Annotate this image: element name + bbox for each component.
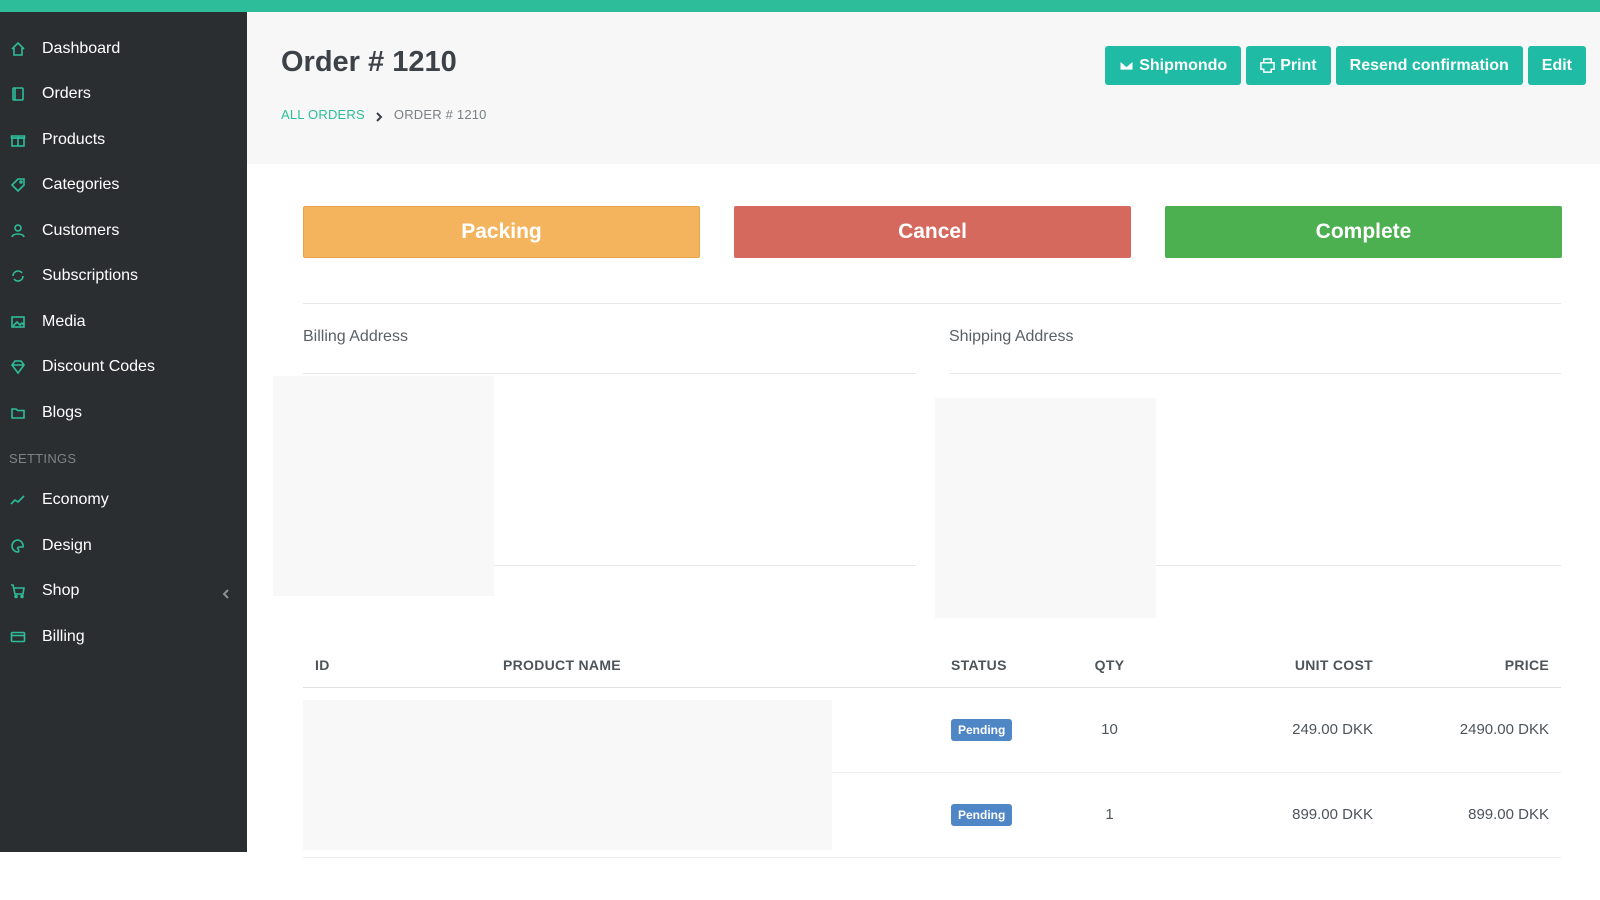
refresh-icon <box>9 268 26 285</box>
divider <box>303 303 1561 304</box>
sidebar-item-label: Products <box>42 130 106 148</box>
status-badge: Pending <box>951 718 1013 741</box>
sidebar-item-label: Media <box>42 312 86 330</box>
status-badge: Pending <box>951 803 1013 826</box>
column-header-price: PRICE <box>1373 643 1561 688</box>
column-header-qty: QTY <box>1076 643 1143 688</box>
image-icon <box>9 313 26 330</box>
cell-price: 2490.00 DKK <box>1373 687 1561 773</box>
sidebar-item-billing[interactable]: Billing <box>0 614 247 660</box>
chart-icon <box>9 492 26 509</box>
breadcrumb-current: ORDER # 1210 <box>393 107 487 122</box>
sidebar-item-shop[interactable]: Shop <box>0 569 247 615</box>
breadcrumb: ALL ORDERS ORDER # 1210 <box>281 107 487 122</box>
sidebar-item-orders[interactable]: Orders <box>0 72 247 118</box>
sidebar-item-customers[interactable]: Customers <box>0 208 247 254</box>
shipping-divider-bottom <box>1156 565 1561 566</box>
sidebar-item-label: Dashboard <box>42 39 121 57</box>
resend-confirmation-button[interactable]: Resend confirmation <box>1335 46 1523 85</box>
resend-confirmation-label: Resend confirmation <box>1349 56 1509 74</box>
sidebar-item-label: Orders <box>42 85 91 103</box>
edit-button[interactable]: Edit <box>1527 46 1586 85</box>
user-icon <box>9 222 26 239</box>
billing-divider-top <box>303 373 916 374</box>
cell-status: Pending <box>951 772 1076 858</box>
cell-unit-cost: 249.00 DKK <box>1143 687 1373 773</box>
shipping-address-title: Shipping Address <box>949 328 1074 345</box>
shipping-divider-top <box>949 373 1561 374</box>
sidebar-item-economy[interactable]: Economy <box>0 478 247 524</box>
breadcrumb-all-orders-link[interactable]: ALL ORDERS <box>281 107 365 122</box>
packing-button[interactable]: Packing <box>303 206 700 258</box>
sidebar-item-discount-codes[interactable]: Discount Codes <box>0 345 247 391</box>
credit-card-icon <box>9 628 26 645</box>
sidebar-item-media[interactable]: Media <box>0 299 247 345</box>
diamond-icon <box>9 359 26 376</box>
sidebar-item-design[interactable]: Design <box>0 523 247 569</box>
product-names-block <box>303 700 832 850</box>
shipmondo-label: Shipmondo <box>1139 56 1228 74</box>
palette-icon <box>9 537 26 554</box>
cell-unit-cost: 899.00 DKK <box>1143 772 1373 858</box>
complete-button[interactable]: Complete <box>1165 206 1562 258</box>
sidebar-item-label: Billing <box>42 627 85 645</box>
tag-icon <box>9 177 26 194</box>
cart-icon <box>9 583 26 600</box>
top-accent-bar <box>0 0 1600 12</box>
sidebar-item-label: Shop <box>42 582 80 600</box>
cell-price: 899.00 DKK <box>1373 772 1561 858</box>
billing-address-block <box>273 376 494 596</box>
sidebar-item-products[interactable]: Products <box>0 117 247 163</box>
home-icon <box>9 40 26 57</box>
shipmondo-button[interactable]: Shipmondo <box>1105 46 1242 85</box>
print-label: Print <box>1280 56 1317 74</box>
gift-icon <box>9 131 26 148</box>
sidebar-item-label: Design <box>42 536 92 554</box>
sidebar-item-subscriptions[interactable]: Subscriptions <box>0 254 247 300</box>
settings-section-label: SETTINGS <box>9 450 77 466</box>
envelope-icon <box>1119 60 1134 71</box>
page-header: Order # 1210 ALL ORDERS ORDER # 1210 Shi… <box>247 12 1600 164</box>
sidebar-item-label: Blogs <box>42 403 83 421</box>
book-icon <box>9 86 26 103</box>
sidebar: Dashboard Orders Products Categories Cus… <box>0 12 247 852</box>
cancel-button[interactable]: Cancel <box>734 206 1131 258</box>
sidebar-item-blogs[interactable]: Blogs <box>0 390 247 436</box>
cell-qty: 1 <box>1076 772 1143 858</box>
billing-address-title: Billing Address <box>303 328 408 345</box>
header-actions: Shipmondo Print Resend confirmation Edit <box>1105 46 1586 85</box>
shipping-address-block <box>935 398 1156 618</box>
print-button[interactable]: Print <box>1246 46 1331 85</box>
table-header-row: ID PRODUCT NAME STATUS QTY UNIT COST PRI… <box>303 643 1561 688</box>
edit-label: Edit <box>1541 56 1572 74</box>
cell-qty: 10 <box>1076 687 1143 773</box>
sidebar-item-dashboard[interactable]: Dashboard <box>0 26 247 72</box>
chevron-left-icon[interactable] <box>221 586 231 599</box>
column-header-id: ID <box>303 643 503 688</box>
cell-status: Pending <box>951 687 1076 773</box>
column-header-unit-cost: UNIT COST <box>1143 643 1373 688</box>
page-title: Order # 1210 <box>281 46 457 78</box>
printer-icon <box>1260 58 1275 73</box>
sidebar-item-label: Discount Codes <box>42 358 155 376</box>
sidebar-item-label: Economy <box>42 491 109 509</box>
sidebar-item-label: Customers <box>42 221 120 239</box>
chevron-right-icon <box>375 110 385 122</box>
billing-divider-bottom <box>494 565 916 566</box>
column-header-status: STATUS <box>951 643 1076 688</box>
folder-icon <box>9 404 26 421</box>
sidebar-item-label: Categories <box>42 176 120 194</box>
sidebar-item-categories[interactable]: Categories <box>0 163 247 209</box>
column-header-product-name: PRODUCT NAME <box>503 643 951 688</box>
sidebar-item-label: Subscriptions <box>42 267 139 285</box>
